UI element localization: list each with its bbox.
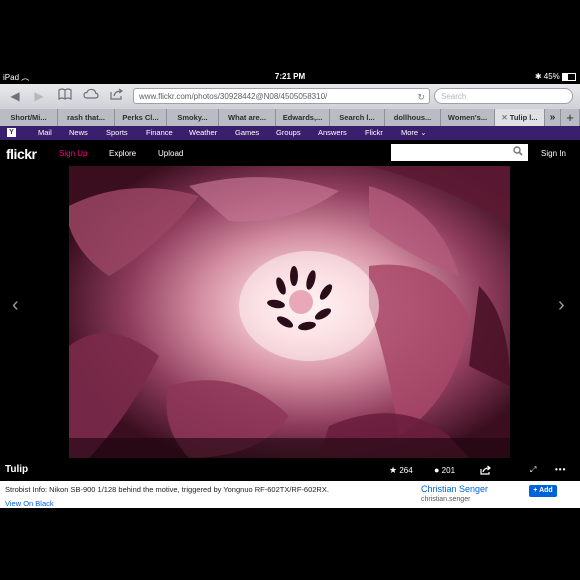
next-photo-icon[interactable]: ›	[558, 294, 565, 317]
tab-close-icon[interactable]: ✕	[501, 113, 507, 122]
explore-link[interactable]: Explore	[109, 149, 136, 158]
upload-link[interactable]: Upload	[158, 149, 183, 158]
fullscreen-icon[interactable]: ⤢	[530, 465, 536, 475]
tab-8[interactable]: dollhous...	[385, 109, 441, 126]
photo-image[interactable]	[69, 166, 510, 458]
comment-button[interactable]: ● 201	[434, 465, 455, 475]
flickr-search-input[interactable]	[391, 144, 528, 161]
photo-description: Strobist Info: Nikon SB-900 1/128 behind…	[5, 485, 329, 494]
yahoo-link-finance[interactable]: Finance	[146, 126, 173, 140]
yahoo-link-weather[interactable]: Weather	[189, 126, 217, 140]
photo-viewer: ‹ ›	[0, 166, 580, 459]
more-options-icon[interactable]: •••	[555, 465, 566, 474]
tab-7[interactable]: Search l...	[330, 109, 385, 126]
tab-3[interactable]: Perks Cl...	[115, 109, 167, 126]
forward-icon[interactable]: ▶	[30, 88, 48, 104]
flickr-logo[interactable]: flickr	[6, 146, 37, 162]
photo-description-panel: Strobist Info: Nikon SB-900 1/128 behind…	[0, 481, 580, 508]
follow-button[interactable]: + Add	[529, 485, 557, 497]
view-on-black-link[interactable]: View On Black	[5, 499, 54, 508]
address-bar[interactable]: www.flickr.com/photos/30928442@N08/45050…	[133, 88, 430, 104]
yahoo-link-more[interactable]: More ⌄	[401, 126, 426, 140]
search-icon[interactable]	[513, 146, 523, 159]
yahoo-link-games[interactable]: Games	[235, 126, 259, 140]
yahoo-link-mail[interactable]: Mail	[38, 126, 52, 140]
signup-link[interactable]: Sign Up	[59, 149, 87, 158]
favorite-button[interactable]: ★ 264	[389, 465, 413, 476]
tab-1[interactable]: Short/Mi...	[0, 109, 58, 126]
back-icon[interactable]: ◀	[6, 88, 24, 104]
more-tabs-icon[interactable]: »	[545, 109, 561, 126]
flickr-header: flickr Sign Up Explore Upload Sign In	[0, 140, 580, 166]
battery-icon	[562, 72, 576, 81]
yahoo-link-sports[interactable]: Sports	[106, 126, 128, 140]
previous-photo-icon[interactable]: ‹	[12, 294, 19, 317]
signin-link[interactable]: Sign In	[541, 149, 566, 158]
browser-toolbar: ◀ ▶ www.flickr.com/photos/30928442@N08/4…	[0, 84, 580, 110]
star-icon: ★	[389, 465, 398, 475]
yahoo-link-answers[interactable]: Answers	[318, 126, 347, 140]
comment-icon: ●	[434, 465, 440, 475]
new-tab-icon[interactable]: +	[561, 109, 580, 126]
tab-9[interactable]: Women's...	[441, 109, 495, 126]
tab-5[interactable]: What are...	[219, 109, 276, 126]
photo-title: Tulip	[5, 464, 29, 475]
yahoo-bar: Y Mail News Sports Finance Weather Games…	[0, 126, 580, 140]
yahoo-link-flickr[interactable]: Flickr	[365, 126, 383, 140]
share-photo-icon[interactable]	[480, 465, 491, 477]
icloud-tabs-icon[interactable]	[82, 88, 100, 104]
author-name[interactable]: Christian Senger	[421, 484, 488, 494]
tab-6[interactable]: Edwards,...	[276, 109, 330, 126]
clock: 7:21 PM	[274, 72, 306, 81]
tab-2[interactable]: rash that...	[58, 109, 115, 126]
ios-status-bar: iPad ︵ 7:21 PM ✱ 45%	[0, 70, 580, 84]
bluetooth-icon: ✱	[534, 72, 542, 81]
bookmarks-icon[interactable]	[56, 88, 74, 104]
tab-active[interactable]: ✕ Tulip l...	[495, 109, 545, 126]
yahoo-link-news[interactable]: News	[69, 126, 88, 140]
share-icon[interactable]	[108, 88, 126, 104]
chevron-down-icon: ⌄	[420, 128, 427, 137]
reload-icon[interactable]: ↻	[417, 89, 425, 105]
browser-tab-strip: Short/Mi... rash that... Perks Cl... Smo…	[0, 109, 580, 127]
battery-indicator: ✱ 45%	[535, 72, 576, 81]
favorites-count: 264	[399, 466, 413, 475]
author-username: christian.senger	[421, 496, 471, 503]
browser-search-input[interactable]: Search	[434, 88, 573, 104]
yahoo-link-groups[interactable]: Groups	[276, 126, 301, 140]
photo-info-bar: Tulip ★ 264 ● 201 ⤢ •••	[0, 459, 580, 481]
comments-count: 201	[441, 466, 456, 475]
yahoo-logo[interactable]: Y	[7, 128, 16, 137]
tab-4[interactable]: Smoky...	[167, 109, 219, 126]
